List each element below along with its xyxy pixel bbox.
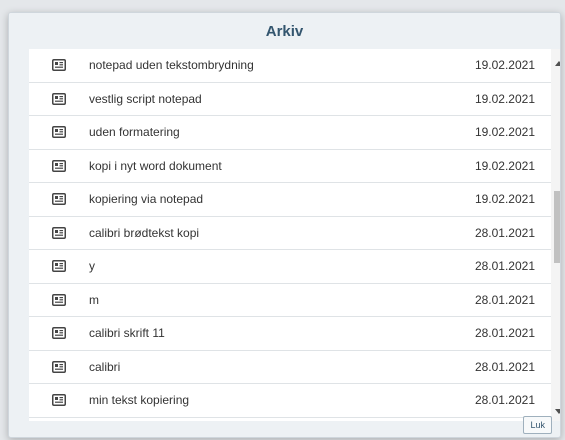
- document-icon: [29, 59, 89, 72]
- archive-dialog: Arkiv notepad uden tekstombrydning 19.02…: [8, 12, 561, 438]
- list-item[interactable]: notepad uden tekstombrydning 19.02.2021: [29, 49, 551, 83]
- list-item[interactable]: uden formatering 19.02.2021: [29, 116, 551, 150]
- document-icon: [29, 226, 89, 239]
- list-item-name: uden formatering: [89, 125, 180, 140]
- document-icon: [29, 193, 89, 206]
- document-icon: [29, 92, 89, 105]
- list-item[interactable]: y 28.01.2021: [29, 250, 551, 284]
- scroll-thumb[interactable]: [554, 191, 560, 263]
- list-item-date: 19.02.2021: [474, 91, 535, 106]
- document-icon: [29, 360, 89, 373]
- list-item-date: 19.02.2021: [474, 192, 535, 207]
- list-item-date: 28.01.2021: [474, 292, 535, 307]
- list-item-date: 28.01.2021: [474, 393, 535, 408]
- list-item-date: 28.01.2021: [474, 326, 535, 341]
- list-item-name: y: [89, 259, 95, 274]
- list-item-name: min tekst kopiering: [89, 393, 190, 408]
- document-icon: [29, 260, 89, 273]
- archive-list-items: notepad uden tekstombrydning 19.02.2021 …: [29, 49, 551, 418]
- list-item-date: 28.01.2021: [474, 259, 535, 274]
- list-item-name: notepad uden tekstombrydning: [89, 58, 254, 73]
- dialog-footer: Luk: [9, 416, 560, 437]
- list-item-date: 19.02.2021: [474, 158, 535, 173]
- list-item-name: calibri: [89, 359, 121, 374]
- document-icon: [29, 159, 89, 172]
- list-item-date: 28.01.2021: [474, 225, 535, 240]
- list-item[interactable]: vestlig script notepad 19.02.2021: [29, 82, 551, 116]
- scroll-up-arrow-icon[interactable]: [551, 55, 560, 71]
- vertical-scrollbar[interactable]: [551, 49, 560, 421]
- list-item-name: calibri brødtekst kopi: [89, 225, 200, 240]
- list-item[interactable]: kopi i nyt word dokument 19.02.2021: [29, 149, 551, 183]
- list-item-name: kopi i nyt word dokument: [89, 158, 222, 173]
- document-icon: [29, 327, 89, 340]
- list-item-date: 19.02.2021: [474, 125, 535, 140]
- document-icon: [29, 293, 89, 306]
- list-item-name: vestlig script notepad: [89, 91, 202, 106]
- list-item[interactable]: min tekst kopiering 28.01.2021: [29, 384, 551, 418]
- list-item[interactable]: calibri skrift 11 28.01.2021: [29, 317, 551, 351]
- document-icon: [29, 394, 89, 407]
- list-item-date: 19.02.2021: [474, 58, 535, 73]
- list-item[interactable]: kopiering via notepad 19.02.2021: [29, 183, 551, 217]
- archive-list: notepad uden tekstombrydning 19.02.2021 …: [29, 49, 560, 421]
- list-item-date: 28.01.2021: [474, 359, 535, 374]
- dialog-title: Arkiv: [265, 22, 304, 40]
- scroll-down-arrow-icon[interactable]: [551, 403, 560, 419]
- list-item-name: calibri skrift 11: [89, 326, 165, 341]
- close-button[interactable]: Luk: [523, 416, 552, 434]
- list-item-name: m: [89, 292, 99, 307]
- document-icon: [29, 126, 89, 139]
- list-item[interactable]: calibri 28.01.2021: [29, 350, 551, 384]
- list-item[interactable]: calibri brødtekst kopi 28.01.2021: [29, 216, 551, 250]
- dialog-header: Arkiv: [9, 13, 560, 49]
- list-item[interactable]: m 28.01.2021: [29, 283, 551, 317]
- list-item-name: kopiering via notepad: [89, 192, 204, 207]
